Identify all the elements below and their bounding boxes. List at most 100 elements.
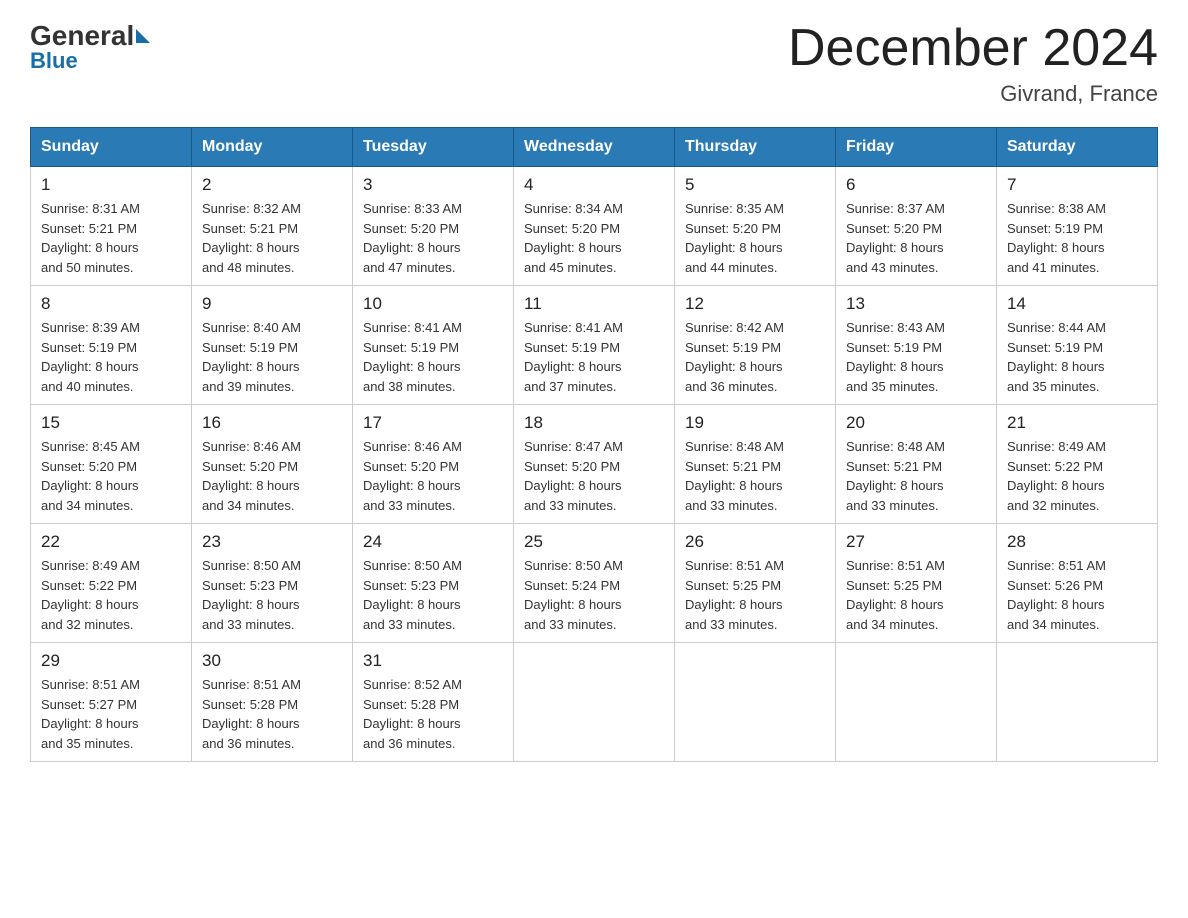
day-number: 6 xyxy=(846,175,986,195)
day-info: Sunrise: 8:48 AM Sunset: 5:21 PM Dayligh… xyxy=(846,437,986,515)
day-number: 18 xyxy=(524,413,664,433)
calendar-week-3: 15 Sunrise: 8:45 AM Sunset: 5:20 PM Dayli… xyxy=(31,405,1158,524)
calendar-cell: 13Sunrise: 8:43 AM Sunset: 5:19 PM Dayli… xyxy=(836,286,997,405)
day-number: 28 xyxy=(1007,532,1147,552)
day-info: Sunrise: 8:51 AM Sunset: 5:26 PM Dayligh… xyxy=(1007,556,1147,634)
calendar-cell: 22 Sunrise: 8:49 AM Sunset: 5:22 PM Dayli… xyxy=(31,524,192,643)
day-number: 12 xyxy=(685,294,825,314)
day-number: 5 xyxy=(685,175,825,195)
day-number: 7 xyxy=(1007,175,1147,195)
day-number: 25 xyxy=(524,532,664,552)
day-info: Sunrise: 8:41 AM Sunset: 5:19 PM Dayligh… xyxy=(363,318,503,396)
calendar-cell: 12 Sunrise: 8:42 AM Sunset: 5:19 PM Dayli… xyxy=(675,286,836,405)
day-info: Sunrise: 8:37 AM Sunset: 5:20 PM Dayligh… xyxy=(846,199,986,277)
calendar-cell xyxy=(836,643,997,762)
day-info: Sunrise: 8:39 AM Sunset: 5:19 PM Dayligh… xyxy=(41,318,181,396)
day-number: 17 xyxy=(363,413,503,433)
day-info: Sunrise: 8:33 AM Sunset: 5:20 PM Dayligh… xyxy=(363,199,503,277)
day-number: 4 xyxy=(524,175,664,195)
calendar-cell: 11Sunrise: 8:41 AM Sunset: 5:19 PM Dayli… xyxy=(514,286,675,405)
calendar-cell: 8 Sunrise: 8:39 AM Sunset: 5:19 PM Daylig… xyxy=(31,286,192,405)
calendar-cell xyxy=(514,643,675,762)
day-info: Sunrise: 8:45 AM Sunset: 5:20 PM Dayligh… xyxy=(41,437,181,515)
day-info: Sunrise: 8:43 AM Sunset: 5:19 PM Dayligh… xyxy=(846,318,986,396)
logo: General Blue xyxy=(30,20,152,74)
calendar-cell: 25Sunrise: 8:50 AM Sunset: 5:24 PM Dayli… xyxy=(514,524,675,643)
calendar-week-1: 1 Sunrise: 8:31 AM Sunset: 5:21 PM Daylig… xyxy=(31,167,1158,286)
calendar-week-4: 22 Sunrise: 8:49 AM Sunset: 5:22 PM Dayli… xyxy=(31,524,1158,643)
day-info: Sunrise: 8:38 AM Sunset: 5:19 PM Dayligh… xyxy=(1007,199,1147,277)
calendar-cell: 26 Sunrise: 8:51 AM Sunset: 5:25 PM Dayli… xyxy=(675,524,836,643)
calendar-table: SundayMondayTuesdayWednesdayThursdayFrid… xyxy=(30,127,1158,762)
column-header-thursday: Thursday xyxy=(675,128,836,167)
logo-blue-text: Blue xyxy=(30,48,78,74)
day-info: Sunrise: 8:49 AM Sunset: 5:22 PM Dayligh… xyxy=(1007,437,1147,515)
calendar-cell: 20Sunrise: 8:48 AM Sunset: 5:21 PM Dayli… xyxy=(836,405,997,524)
day-number: 22 xyxy=(41,532,181,552)
column-header-monday: Monday xyxy=(192,128,353,167)
day-info: Sunrise: 8:51 AM Sunset: 5:27 PM Dayligh… xyxy=(41,675,181,753)
day-number: 16 xyxy=(202,413,342,433)
day-number: 14 xyxy=(1007,294,1147,314)
day-info: Sunrise: 8:35 AM Sunset: 5:20 PM Dayligh… xyxy=(685,199,825,277)
calendar-cell: 5 Sunrise: 8:35 AM Sunset: 5:20 PM Daylig… xyxy=(675,167,836,286)
day-number: 30 xyxy=(202,651,342,671)
day-number: 9 xyxy=(202,294,342,314)
calendar-cell: 2 Sunrise: 8:32 AM Sunset: 5:21 PM Daylig… xyxy=(192,167,353,286)
calendar-cell: 15 Sunrise: 8:45 AM Sunset: 5:20 PM Dayli… xyxy=(31,405,192,524)
day-number: 26 xyxy=(685,532,825,552)
calendar-cell: 17 Sunrise: 8:46 AM Sunset: 5:20 PM Dayli… xyxy=(353,405,514,524)
calendar-cell: 19Sunrise: 8:48 AM Sunset: 5:21 PM Dayli… xyxy=(675,405,836,524)
day-number: 31 xyxy=(363,651,503,671)
calendar-cell xyxy=(997,643,1158,762)
calendar-cell: 18 Sunrise: 8:47 AM Sunset: 5:20 PM Dayli… xyxy=(514,405,675,524)
day-number: 11 xyxy=(524,294,664,314)
day-info: Sunrise: 8:46 AM Sunset: 5:20 PM Dayligh… xyxy=(202,437,342,515)
calendar-cell: 7 Sunrise: 8:38 AM Sunset: 5:19 PM Daylig… xyxy=(997,167,1158,286)
day-number: 2 xyxy=(202,175,342,195)
calendar-cell: 6 Sunrise: 8:37 AM Sunset: 5:20 PM Daylig… xyxy=(836,167,997,286)
day-info: Sunrise: 8:31 AM Sunset: 5:21 PM Dayligh… xyxy=(41,199,181,277)
day-number: 23 xyxy=(202,532,342,552)
day-info: Sunrise: 8:49 AM Sunset: 5:22 PM Dayligh… xyxy=(41,556,181,634)
column-header-sunday: Sunday xyxy=(31,128,192,167)
day-info: Sunrise: 8:42 AM Sunset: 5:19 PM Dayligh… xyxy=(685,318,825,396)
column-header-friday: Friday xyxy=(836,128,997,167)
day-number: 3 xyxy=(363,175,503,195)
day-info: Sunrise: 8:47 AM Sunset: 5:20 PM Dayligh… xyxy=(524,437,664,515)
day-info: Sunrise: 8:51 AM Sunset: 5:25 PM Dayligh… xyxy=(685,556,825,634)
day-number: 21 xyxy=(1007,413,1147,433)
day-info: Sunrise: 8:48 AM Sunset: 5:21 PM Dayligh… xyxy=(685,437,825,515)
day-info: Sunrise: 8:50 AM Sunset: 5:23 PM Dayligh… xyxy=(202,556,342,634)
day-info: Sunrise: 8:32 AM Sunset: 5:21 PM Dayligh… xyxy=(202,199,342,277)
day-info: Sunrise: 8:34 AM Sunset: 5:20 PM Dayligh… xyxy=(524,199,664,277)
calendar-cell: 3 Sunrise: 8:33 AM Sunset: 5:20 PM Daylig… xyxy=(353,167,514,286)
calendar-cell: 30 Sunrise: 8:51 AM Sunset: 5:28 PM Dayli… xyxy=(192,643,353,762)
day-number: 15 xyxy=(41,413,181,433)
day-info: Sunrise: 8:52 AM Sunset: 5:28 PM Dayligh… xyxy=(363,675,503,753)
day-number: 27 xyxy=(846,532,986,552)
day-info: Sunrise: 8:40 AM Sunset: 5:19 PM Dayligh… xyxy=(202,318,342,396)
logo-arrow-icon xyxy=(136,29,150,43)
day-info: Sunrise: 8:46 AM Sunset: 5:20 PM Dayligh… xyxy=(363,437,503,515)
day-number: 29 xyxy=(41,651,181,671)
day-info: Sunrise: 8:44 AM Sunset: 5:19 PM Dayligh… xyxy=(1007,318,1147,396)
calendar-week-5: 29 Sunrise: 8:51 AM Sunset: 5:27 PM Dayli… xyxy=(31,643,1158,762)
calendar-cell: 21 Sunrise: 8:49 AM Sunset: 5:22 PM Dayli… xyxy=(997,405,1158,524)
calendar-cell: 27 Sunrise: 8:51 AM Sunset: 5:25 PM Dayli… xyxy=(836,524,997,643)
day-number: 24 xyxy=(363,532,503,552)
calendar-cell: 29 Sunrise: 8:51 AM Sunset: 5:27 PM Dayli… xyxy=(31,643,192,762)
calendar-header: SundayMondayTuesdayWednesdayThursdayFrid… xyxy=(31,128,1158,167)
day-number: 10 xyxy=(363,294,503,314)
day-info: Sunrise: 8:51 AM Sunset: 5:25 PM Dayligh… xyxy=(846,556,986,634)
calendar-cell: 23 Sunrise: 8:50 AM Sunset: 5:23 PM Dayli… xyxy=(192,524,353,643)
day-number: 8 xyxy=(41,294,181,314)
column-header-wednesday: Wednesday xyxy=(514,128,675,167)
calendar-cell: 10 Sunrise: 8:41 AM Sunset: 5:19 PM Dayli… xyxy=(353,286,514,405)
day-info: Sunrise: 8:51 AM Sunset: 5:28 PM Dayligh… xyxy=(202,675,342,753)
calendar-cell: 14 Sunrise: 8:44 AM Sunset: 5:19 PM Dayli… xyxy=(997,286,1158,405)
calendar-cell: 31 Sunrise: 8:52 AM Sunset: 5:28 PM Dayli… xyxy=(353,643,514,762)
calendar-cell: 1 Sunrise: 8:31 AM Sunset: 5:21 PM Daylig… xyxy=(31,167,192,286)
day-number: 1 xyxy=(41,175,181,195)
calendar-cell: 28 Sunrise: 8:51 AM Sunset: 5:26 PM Dayli… xyxy=(997,524,1158,643)
